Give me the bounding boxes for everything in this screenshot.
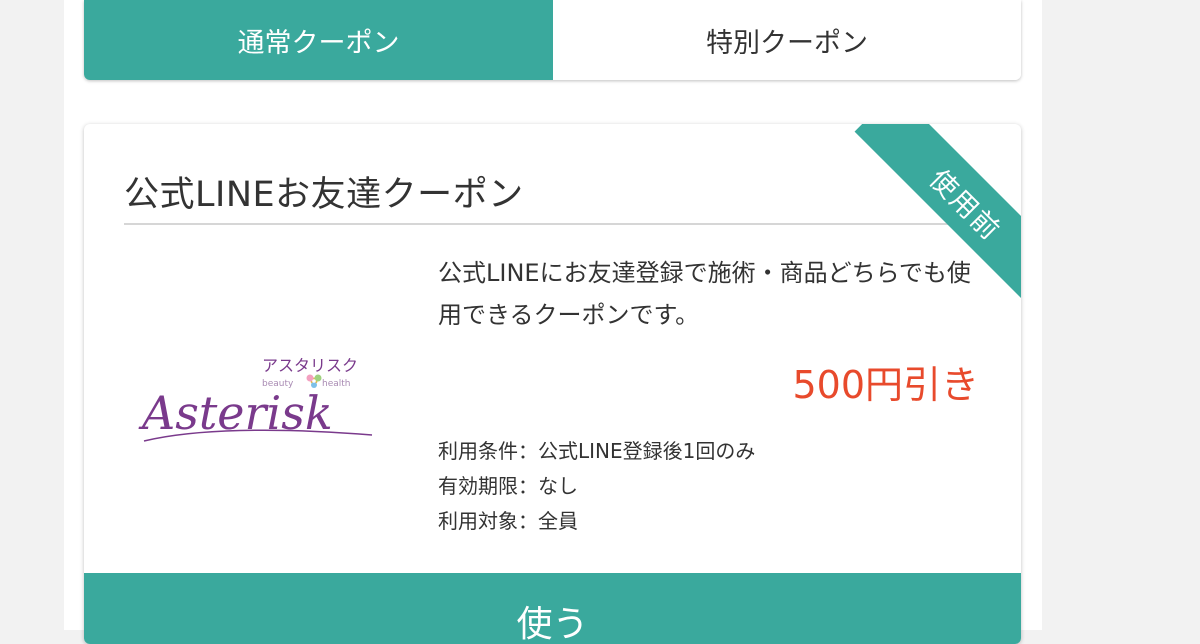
use-coupon-button[interactable]: 使う xyxy=(84,573,1021,644)
condition-value: 公式LINE登録後1回のみ xyxy=(538,439,756,463)
coupon-conditions: 利用条件：公式LINE登録後1回のみ 有効期限：なし 利用対象：全員 xyxy=(438,434,755,539)
condition-label: 利用対象 xyxy=(438,509,518,533)
condition-separator: ： xyxy=(518,509,538,533)
condition-label: 有効期限 xyxy=(438,474,518,498)
logo-wordmark: Asterisk xyxy=(138,386,333,440)
condition-separator: ： xyxy=(518,474,538,498)
condition-value: 全員 xyxy=(538,509,578,533)
condition-row: 利用対象：全員 xyxy=(438,504,755,539)
condition-label: 利用条件 xyxy=(438,439,518,463)
tab-normal-coupon[interactable]: 通常クーポン xyxy=(84,0,553,80)
coupon-tabs: 通常クーポン 特別クーポン xyxy=(84,0,1021,80)
condition-value: なし xyxy=(538,474,578,498)
discount-amount: 500円引き xyxy=(792,363,979,407)
tab-special-coupon[interactable]: 特別クーポン xyxy=(553,0,1021,80)
coupon-description: 公式LINEにお友達登録で施術・商品どちらでも使用できるクーポンです。 xyxy=(438,259,971,329)
coupon-title: 公式LINEお友達クーポン xyxy=(124,175,524,215)
condition-separator: ： xyxy=(518,439,538,463)
asterisk-logo: アスタリスク beauty health Asterisk xyxy=(138,356,373,442)
condition-row: 利用条件：公式LINE登録後1回のみ xyxy=(438,434,755,469)
condition-row: 有効期限：なし xyxy=(438,469,755,504)
coupon-card: 公式LINEお友達クーポン 使用前 アスタリスク beauty health A… xyxy=(84,124,1021,644)
logo-katakana: アスタリスク xyxy=(262,356,358,375)
